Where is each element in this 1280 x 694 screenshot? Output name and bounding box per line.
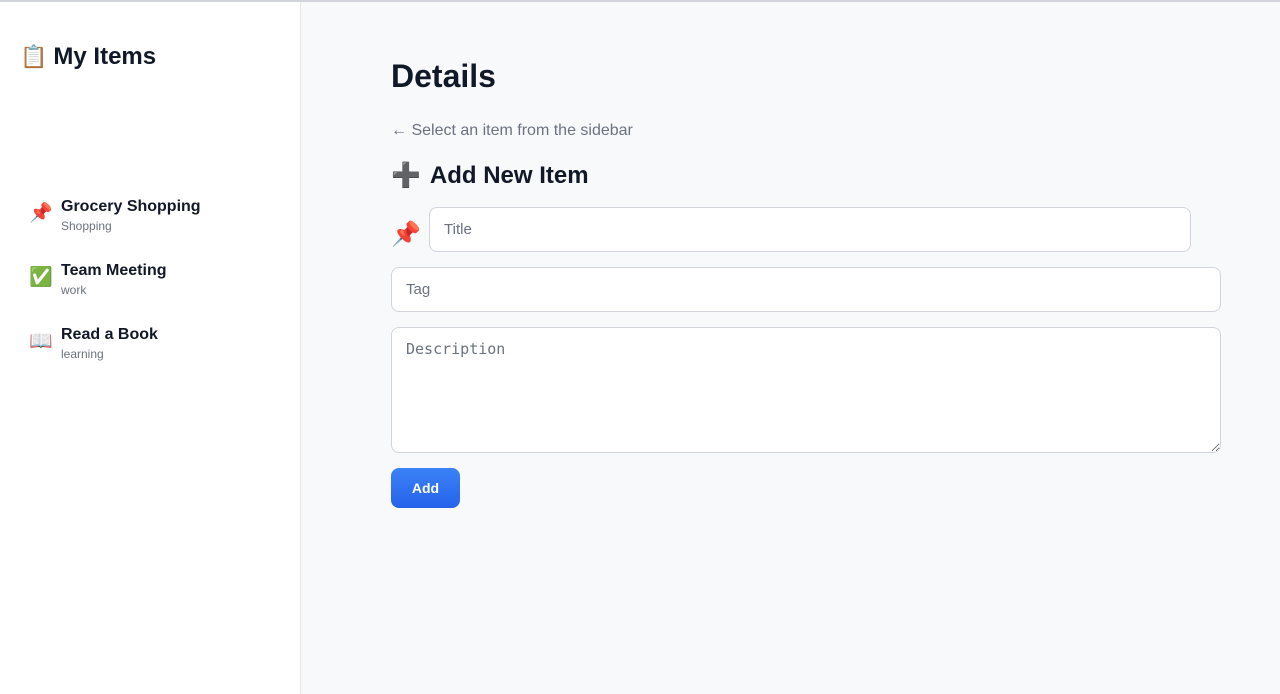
page-title: Details (391, 58, 496, 94)
details-panel: Details ← Select an item from the sideba… (301, 2, 1280, 694)
open-book-icon: 📖 (29, 331, 53, 352)
title-input[interactable] (429, 207, 1191, 252)
sidebar: 📋 My Items 📌 Grocery Shopping Shopping ✅… (0, 2, 301, 694)
app-window: 📋 My Items 📌 Grocery Shopping Shopping ✅… (0, 0, 1280, 694)
item-text: Grocery Shopping Shopping (61, 196, 201, 234)
clipboard-icon: 📋 (20, 44, 48, 69)
emoji-picker-icon[interactable]: 📌 (391, 221, 421, 249)
add-item-heading-text: Add New Item (429, 161, 589, 189)
item-list: 📌 Grocery Shopping Shopping ✅ Team Meeti… (29, 196, 201, 388)
plus-icon: ➕ (391, 162, 421, 189)
item-title: Team Meeting (61, 262, 167, 279)
add-button[interactable]: Add (391, 468, 460, 508)
tag-input[interactable] (391, 267, 1221, 312)
item-title: Grocery Shopping (61, 198, 201, 215)
description-textarea[interactable] (391, 327, 1221, 453)
item-tag: learning (61, 347, 104, 361)
sidebar-title: 📋 My Items (20, 43, 156, 71)
sidebar-item-team-meeting[interactable]: ✅ Team Meeting work (29, 260, 201, 324)
item-text: Team Meeting work (61, 260, 167, 298)
sidebar-title-text: My Items (53, 43, 157, 70)
item-tag: work (61, 283, 87, 297)
sidebar-item-read-a-book[interactable]: 📖 Read a Book learning (29, 324, 201, 388)
check-mark-icon: ✅ (29, 267, 53, 288)
item-text: Read a Book learning (61, 324, 158, 362)
add-item-heading: ➕ Add New Item (391, 161, 589, 190)
item-title: Read a Book (61, 326, 158, 343)
item-tag: Shopping (61, 219, 112, 233)
sidebar-item-grocery-shopping[interactable]: 📌 Grocery Shopping Shopping (29, 196, 201, 260)
select-item-hint: ← Select an item from the sidebar (391, 122, 633, 139)
pushpin-icon: 📌 (29, 203, 53, 224)
